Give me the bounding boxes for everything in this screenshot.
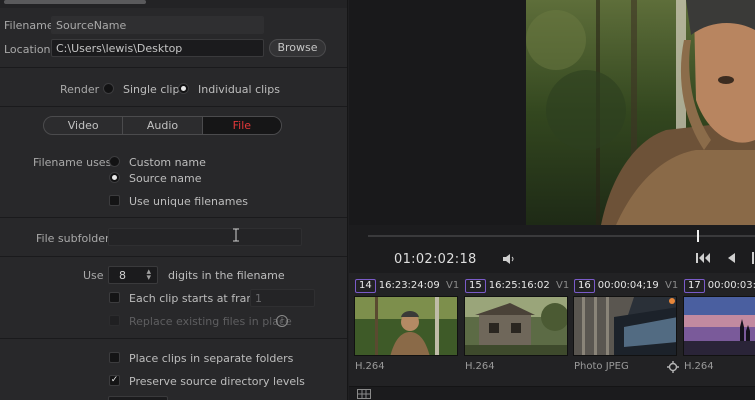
digits-suffix-label: digits in the filename (168, 269, 285, 282)
location-label: Location (4, 43, 51, 56)
source-name-label[interactable]: Source name (129, 172, 201, 185)
preserve-levels-label[interactable]: Preserve source directory levels (129, 375, 305, 388)
unique-filenames-label[interactable]: Use unique filenames (129, 195, 248, 208)
section-divider (0, 256, 347, 257)
each-clip-starts-label[interactable]: Each clip starts at frame (129, 292, 264, 305)
file-subfolder-field[interactable] (108, 228, 302, 246)
individual-clips-label[interactable]: Individual clips (198, 83, 280, 96)
separate-folders-label[interactable]: Place clips in separate folders (129, 352, 293, 365)
clip-strip-footer (349, 386, 755, 400)
tab-video[interactable]: Video (44, 117, 124, 134)
clip-thumbnail[interactable] (683, 296, 755, 356)
clip-header: 16 00:00:04;19 (574, 279, 659, 293)
clip-thumbnail-image (574, 297, 676, 355)
separate-folders-checkbox[interactable] (109, 352, 120, 363)
tab-audio[interactable]: Audio (123, 117, 203, 134)
radio-individual-clips[interactable] (178, 83, 189, 94)
clip-track: V1 (665, 280, 679, 291)
filename-label: Filename (4, 19, 54, 32)
preserve-levels-checkbox[interactable]: ✓ (109, 375, 120, 386)
clip-codec: Photo JPEG (574, 361, 629, 372)
skip-to-start-icon[interactable] (696, 252, 712, 264)
replace-existing-checkbox[interactable] (109, 315, 120, 326)
scrollbar-thumb[interactable] (4, 0, 146, 4)
play-button-edge[interactable] (752, 252, 754, 264)
filename-field[interactable]: SourceName (51, 16, 264, 34)
settings-tabs: Video Audio File (43, 116, 282, 135)
scrollbar-track[interactable] (0, 0, 347, 8)
video-still-image (526, 0, 755, 225)
clip-thumbnail[interactable] (573, 296, 677, 356)
digits-value: 8 (119, 269, 126, 282)
clip-thumbnail[interactable] (464, 296, 568, 356)
clip-thumbnail-image (684, 297, 755, 355)
use-label: Use (83, 269, 104, 282)
link-icon (667, 361, 679, 373)
start-frame-field[interactable]: 1 (250, 289, 315, 307)
custom-name-label[interactable]: Custom name (129, 156, 206, 169)
clip-codec: H.264 (355, 361, 385, 372)
render-settings-panel: Filename SourceName Location C:\Users\le… (0, 0, 348, 400)
clip-header: 17 00:00:03: (684, 279, 755, 293)
viewer-timecode: 01:02:02:18 (394, 252, 477, 267)
section-divider (0, 338, 347, 339)
digits-stepper[interactable]: 8 ▴ ▾ (108, 266, 158, 284)
cutoff-field[interactable] (108, 396, 168, 400)
stepper-arrows-icon[interactable]: ▴ ▾ (146, 268, 151, 283)
render-label: Render (60, 83, 100, 96)
clip-timecode: 16:23:24:09 (378, 280, 440, 291)
grid-view-icon[interactable] (357, 389, 371, 399)
clip-number-badge: 16 (574, 279, 595, 293)
unique-filenames-checkbox[interactable] (109, 195, 120, 206)
section-divider (0, 67, 347, 68)
clip-thumbnail[interactable] (354, 296, 458, 356)
radio-custom-name[interactable] (109, 156, 120, 167)
clip-flag-icon (669, 298, 675, 304)
replace-existing-label: Replace existing files in place (129, 315, 292, 328)
tab-file[interactable]: File (202, 117, 281, 134)
text-cursor-icon (233, 228, 239, 242)
browse-button[interactable]: Browse (269, 39, 326, 57)
section-divider (0, 217, 347, 218)
clip-header: 14 16:23:24:09 (355, 279, 440, 293)
clip-number-badge: 17 (684, 279, 705, 293)
speaker-icon[interactable] (502, 253, 516, 265)
radio-single-clip[interactable] (103, 83, 114, 94)
single-clip-label[interactable]: Single clip (123, 83, 179, 96)
file-subfolder-label: File subfolder (36, 232, 110, 245)
viewer-video-frame[interactable] (526, 0, 755, 225)
clip-codec: H.264 (684, 361, 714, 372)
each-clip-starts-checkbox[interactable] (109, 292, 120, 303)
clip-thumbnail-image (355, 297, 457, 355)
clip-header: 15 16:25:16:02 (465, 279, 550, 293)
clip-timecode: 00:00:04;19 (597, 280, 659, 291)
clip-codec: H.264 (465, 361, 495, 372)
clip-number-badge: 14 (355, 279, 376, 293)
clip-timecode: 00:00:03: (707, 280, 755, 291)
radio-source-name[interactable] (109, 172, 120, 183)
clip-track: V1 (556, 280, 570, 291)
section-divider (0, 106, 347, 107)
clip-number-badge: 15 (465, 279, 486, 293)
location-field[interactable]: C:\Users\lewis\Desktop (51, 39, 264, 57)
clip-track: V1 (446, 280, 460, 291)
step-back-icon[interactable] (726, 252, 736, 264)
clip-thumbnail-image (465, 297, 567, 355)
playhead-marker[interactable] (697, 230, 699, 242)
clip-timecode: 16:25:16:02 (488, 280, 550, 291)
filename-uses-label: Filename uses (33, 156, 112, 169)
info-icon[interactable]: i (276, 315, 288, 327)
